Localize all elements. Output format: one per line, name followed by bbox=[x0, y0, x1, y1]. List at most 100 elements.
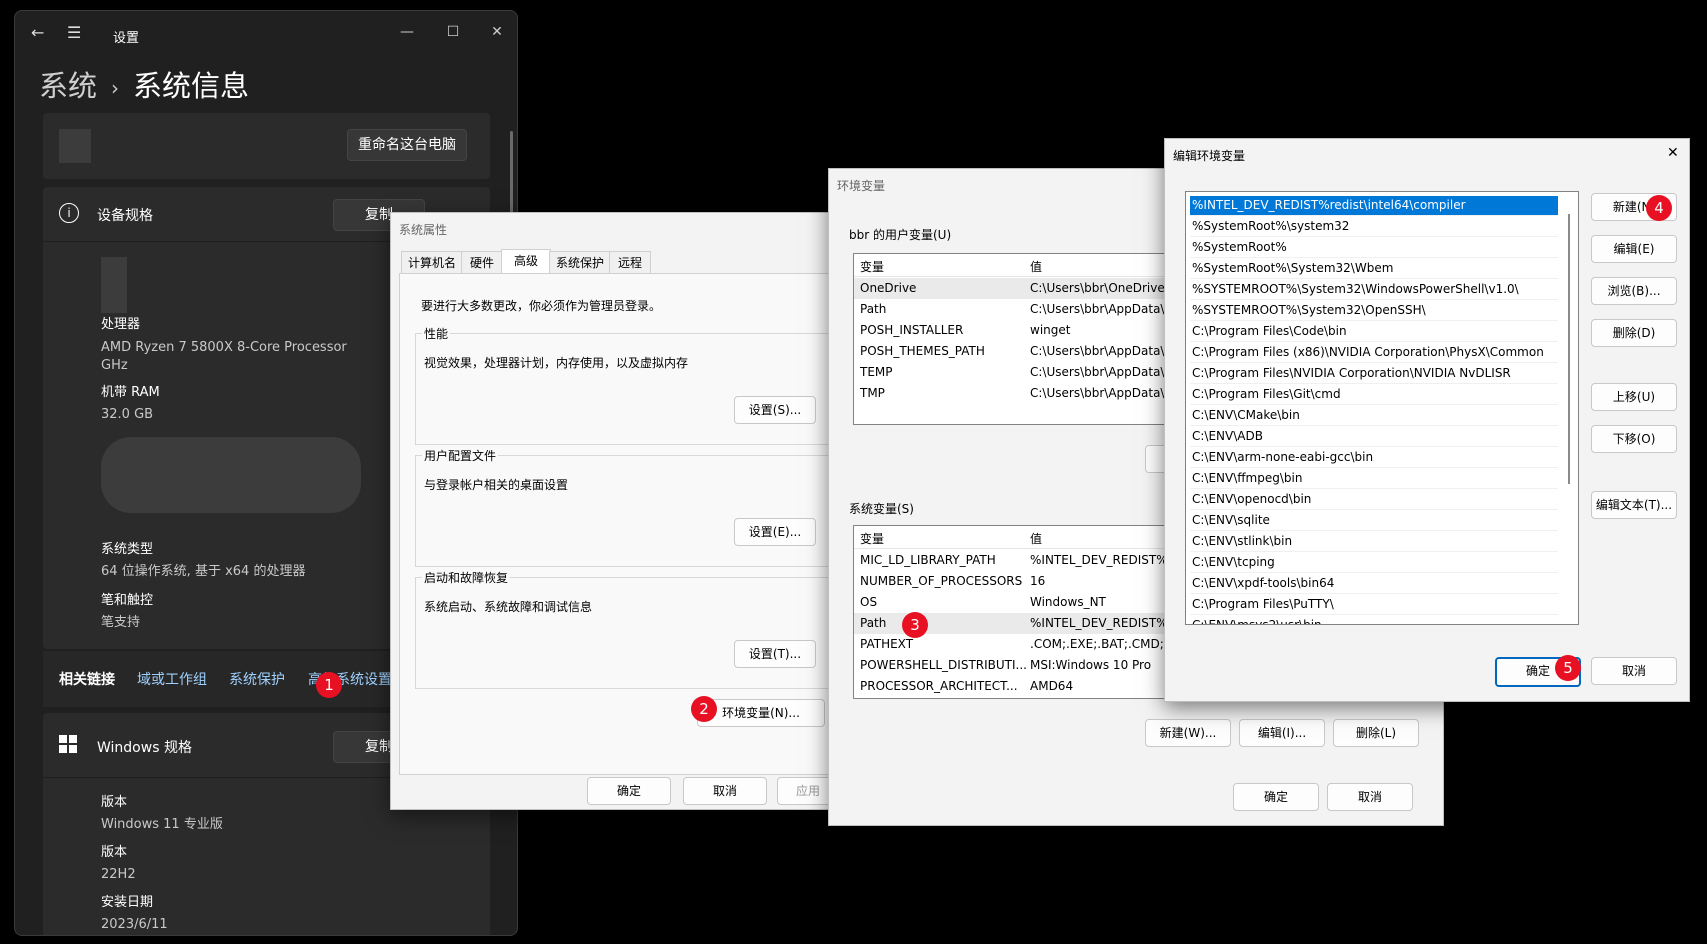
list-item[interactable]: %SystemRoot% bbox=[1190, 238, 1558, 258]
var-name: PROCESSOR_ARCHITECT... bbox=[860, 679, 1018, 693]
tab-advanced[interactable]: 高级 bbox=[501, 249, 551, 276]
group-desc: 系统启动、系统故障和调试信息 bbox=[424, 600, 593, 614]
edit-text-button[interactable]: 编辑文本(T)... bbox=[1591, 491, 1677, 519]
system-delete-button[interactable]: 删除(L) bbox=[1333, 719, 1419, 747]
move-up-button[interactable]: 上移(U) bbox=[1591, 383, 1677, 411]
list-item[interactable]: C:\ENV\ffmpeg\bin bbox=[1190, 469, 1558, 489]
list-item[interactable]: C:\Program Files\PuTTY\ bbox=[1190, 595, 1558, 615]
tab-computer-name[interactable]: 计算机名 bbox=[401, 251, 463, 275]
system-edit-button[interactable]: 编辑(I)... bbox=[1239, 719, 1325, 747]
var-value: C:\Users\bbr\AppData\ bbox=[1030, 365, 1165, 379]
var-name: NUMBER_OF_PROCESSORS bbox=[860, 574, 1023, 588]
spec-value: AMD Ryzen 7 5800X 8-Core Processor GHz bbox=[101, 340, 347, 373]
page-title: 系统信息 bbox=[133, 69, 250, 103]
col-header-variable[interactable]: 变量 bbox=[860, 258, 884, 275]
delete-button[interactable]: 删除(D) bbox=[1591, 319, 1677, 347]
var-name: MIC_LD_LIBRARY_PATH bbox=[860, 553, 996, 567]
cancel-button[interactable]: 取消 bbox=[1591, 657, 1677, 685]
device-specs-title: 设备规格 bbox=[97, 208, 153, 224]
list-item[interactable]: C:\ENV\ADB bbox=[1190, 427, 1558, 447]
var-name: TEMP bbox=[860, 365, 893, 379]
spec-label: 处理器 bbox=[101, 317, 141, 332]
spec-value: 笔支持 bbox=[101, 615, 141, 630]
list-item[interactable]: C:\ENV\arm-none-eabi-gcc\bin bbox=[1190, 448, 1558, 468]
spec-label: 版本 bbox=[101, 795, 128, 810]
list-item[interactable]: %SystemRoot%\System32\Wbem bbox=[1190, 259, 1558, 279]
edit-environment-variable-dialog: 编辑环境变量 ✕ %INTEL_DEV_REDIST%redist\intel6… bbox=[1164, 138, 1690, 702]
list-item[interactable]: C:\Program Files (x86)\NVIDIA Corporatio… bbox=[1190, 343, 1558, 363]
close-icon[interactable]: ✕ bbox=[475, 19, 517, 45]
list-item[interactable]: C:\ENV\msys2\usr\bin bbox=[1190, 616, 1558, 624]
group-label: 启动和故障恢复 bbox=[422, 569, 511, 586]
var-value: .COM;.EXE;.BAT;.CMD;.V bbox=[1030, 637, 1176, 651]
close-icon[interactable]: ✕ bbox=[1667, 145, 1679, 161]
var-value: Windows_NT bbox=[1030, 595, 1106, 609]
link-system-protection[interactable]: 系统保护 bbox=[229, 669, 285, 689]
var-value: 16 bbox=[1030, 574, 1046, 588]
group-desc: 与登录帐户相关的桌面设置 bbox=[424, 478, 569, 492]
step-badge: 1 bbox=[316, 672, 342, 698]
list-item[interactable]: %SYSTEMROOT%\System32\WindowsPowerShell\… bbox=[1190, 280, 1558, 300]
tab-hardware[interactable]: 硬件 bbox=[461, 251, 503, 275]
spec-label: 系统类型 bbox=[101, 542, 154, 557]
cancel-button[interactable]: 取消 bbox=[683, 777, 767, 805]
spec-value: 64 位操作系统, 基于 x64 的处理器 bbox=[101, 564, 306, 579]
path-list[interactable]: %INTEL_DEV_REDIST%redist\intel64\compile… bbox=[1185, 191, 1579, 625]
spec-label: 笔和触控 bbox=[101, 593, 154, 608]
scrollbar[interactable] bbox=[1568, 214, 1570, 484]
col-header-value[interactable]: 值 bbox=[1030, 530, 1042, 547]
startup-recovery-group: 启动和故障恢复 系统启动、系统故障和调试信息 设置(T)... bbox=[415, 569, 829, 689]
breadcrumb: 系统 › 系统信息 bbox=[39, 63, 249, 105]
tab-system-protection[interactable]: 系统保护 bbox=[549, 251, 611, 275]
list-item[interactable]: C:\ENV\stlink\bin bbox=[1190, 532, 1558, 552]
col-header-variable[interactable]: 变量 bbox=[860, 530, 884, 547]
list-item[interactable]: %SystemRoot%\system32 bbox=[1190, 217, 1558, 237]
menu-icon[interactable]: ☰ bbox=[67, 23, 81, 42]
list-item[interactable]: C:\ENV\xpdf-tools\bin64 bbox=[1190, 574, 1558, 594]
group-label: 用户配置文件 bbox=[422, 447, 499, 464]
list-item[interactable]: C:\ENV\openocd\bin bbox=[1190, 490, 1558, 510]
list-item[interactable]: %INTEL_DEV_REDIST%redist\intel64\compile… bbox=[1190, 196, 1558, 216]
maximize-icon[interactable]: ☐ bbox=[431, 19, 475, 45]
var-name: Path bbox=[860, 616, 887, 630]
cancel-button[interactable]: 取消 bbox=[1327, 783, 1413, 811]
system-properties-dialog: 系统属性 计算机名 硬件 高级 系统保护 远程 要进行大多数更改，你必须作为管理… bbox=[390, 212, 839, 810]
minimize-icon[interactable]: — bbox=[385, 19, 429, 45]
step-badge: 2 bbox=[691, 696, 717, 722]
device-name-card: 重命名这台电脑 bbox=[43, 113, 490, 179]
spec-label: 机带 RAM bbox=[101, 385, 160, 400]
performance-settings-button[interactable]: 设置(S)... bbox=[734, 396, 816, 424]
profiles-settings-button[interactable]: 设置(E)... bbox=[734, 518, 816, 546]
list-item[interactable]: %SYSTEMROOT%\System32\OpenSSH\ bbox=[1190, 301, 1558, 321]
windows-logo-icon bbox=[59, 735, 77, 753]
ok-button[interactable]: 确定 bbox=[1233, 783, 1319, 811]
dialog-title: 系统属性 bbox=[399, 223, 448, 237]
move-down-button[interactable]: 下移(O) bbox=[1591, 425, 1677, 453]
window-title: 设置 bbox=[113, 31, 140, 46]
rename-pc-button[interactable]: 重命名这台电脑 bbox=[347, 129, 467, 161]
admin-note: 要进行大多数更改，你必须作为管理员登录。 bbox=[421, 299, 662, 313]
ok-button[interactable]: 确定 bbox=[587, 777, 671, 805]
back-arrow-icon[interactable]: ← bbox=[31, 23, 44, 42]
startup-settings-button[interactable]: 设置(T)... bbox=[734, 640, 816, 668]
list-item[interactable]: C:\ENV\tcping bbox=[1190, 553, 1558, 573]
breadcrumb-system[interactable]: 系统 bbox=[39, 69, 97, 103]
browse-button[interactable]: 浏览(B)... bbox=[1591, 277, 1677, 305]
col-header-value[interactable]: 值 bbox=[1030, 258, 1042, 275]
system-new-button[interactable]: 新建(W)... bbox=[1145, 719, 1231, 747]
list-item[interactable]: C:\Program Files\NVIDIA Corporation\NVID… bbox=[1190, 364, 1558, 384]
profiles-group: 用户配置文件 与登录帐户相关的桌面设置 设置(E)... bbox=[415, 447, 829, 567]
var-value: %INTEL_DEV_REDIST%r bbox=[1030, 616, 1173, 630]
performance-group: 性能 视觉效果，处理器计划，内存使用，以及虚拟内存 设置(S)... bbox=[415, 325, 829, 445]
list-item[interactable]: C:\ENV\sqlite bbox=[1190, 511, 1558, 531]
var-name: TMP bbox=[860, 386, 885, 400]
tab-remote[interactable]: 远程 bbox=[609, 251, 651, 275]
group-label: 性能 bbox=[422, 325, 451, 342]
link-domain-workgroup[interactable]: 域或工作组 bbox=[137, 669, 207, 689]
var-value: C:\Users\bbr\AppData\ bbox=[1030, 302, 1165, 316]
spec-label: 版本 bbox=[101, 845, 128, 860]
edit-button[interactable]: 编辑(E) bbox=[1591, 235, 1677, 263]
list-item[interactable]: C:\Program Files\Code\bin bbox=[1190, 322, 1558, 342]
list-item[interactable]: C:\Program Files\Git\cmd bbox=[1190, 385, 1558, 405]
list-item[interactable]: C:\ENV\CMake\bin bbox=[1190, 406, 1558, 426]
